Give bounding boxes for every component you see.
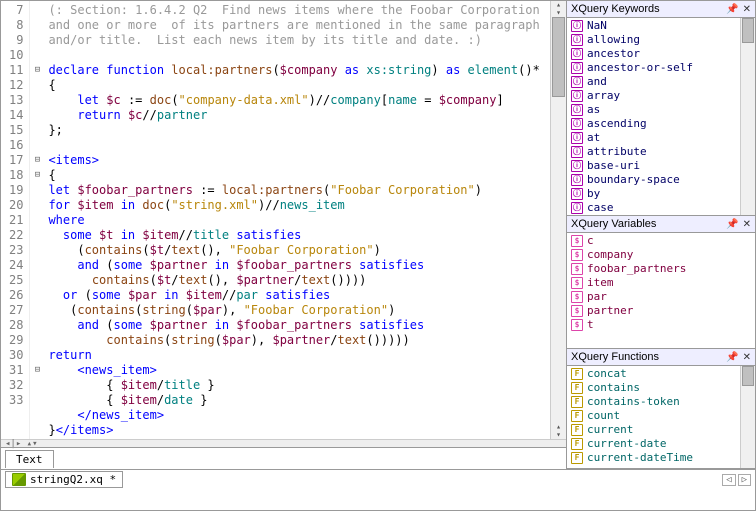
panel-variables: XQuery Variables 📌 ✕ $c$company$foobar_p…	[567, 216, 755, 349]
code-editor[interactable]: (: Section: 1.6.4.2 Q2 Find news items w…	[44, 1, 550, 439]
panel-item[interactable]: ⓘancestor-or-self	[567, 61, 755, 75]
file-icon	[12, 473, 26, 486]
panel-item[interactable]: ⓘarray	[567, 89, 755, 103]
pin-icon[interactable]: 📌	[726, 219, 738, 230]
panel-item[interactable]: ⓘby	[567, 187, 755, 201]
tab-prev-icon[interactable]: ◁	[722, 474, 735, 486]
panel-title: XQuery Keywords	[571, 3, 722, 15]
pin-icon[interactable]: 📌	[726, 352, 738, 363]
panel-item[interactable]: ⓘancestor	[567, 47, 755, 61]
close-icon[interactable]: ✕	[743, 219, 751, 230]
panel-item[interactable]: ⓘat	[567, 131, 755, 145]
panel-header-keywords[interactable]: XQuery Keywords 📌 ✕	[567, 1, 755, 18]
panel-item[interactable]: $company	[567, 248, 755, 262]
side-panels: XQuery Keywords 📌 ✕ ⓘNaNⓘallowingⓘancest…	[567, 1, 755, 469]
file-name: stringQ2.xq *	[30, 473, 116, 486]
fold-gutter[interactable]: ⊟⊟⊟⊟	[30, 1, 44, 439]
panel-item[interactable]: ⓘas	[567, 103, 755, 117]
panel-item[interactable]: $foobar_partners	[567, 262, 755, 276]
panel-scrollbar[interactable]	[740, 366, 755, 468]
splitter-handle[interactable]: ◂│▸ ▴▾	[1, 439, 566, 447]
editor-vertical-scrollbar[interactable]: ▴▾ ▴▾	[550, 1, 566, 439]
panel-item[interactable]: Fcontains-token	[567, 395, 755, 409]
panel-item[interactable]: ⓘallowing	[567, 33, 755, 47]
panel-header-functions[interactable]: XQuery Functions 📌 ✕	[567, 349, 755, 366]
panel-item[interactable]: Fconcat	[567, 367, 755, 381]
panel-item[interactable]: ⓘattribute	[567, 145, 755, 159]
tab-nav-buttons[interactable]: ◁ ▷	[722, 474, 751, 486]
panel-item[interactable]: $par	[567, 290, 755, 304]
panel-item[interactable]: Fcurrent	[567, 423, 755, 437]
panel-item[interactable]: $t	[567, 318, 755, 332]
panel-header-variables[interactable]: XQuery Variables 📌 ✕	[567, 216, 755, 233]
panel-keywords: XQuery Keywords 📌 ✕ ⓘNaNⓘallowingⓘancest…	[567, 1, 755, 216]
view-tabs: Text	[1, 447, 566, 469]
panel-functions: XQuery Functions 📌 ✕ FconcatFcontainsFco…	[567, 349, 755, 469]
tab-text[interactable]: Text	[5, 450, 54, 468]
panel-item[interactable]: $partner	[567, 304, 755, 318]
line-number-gutter: 7891011121314151617181920212223242526272…	[1, 1, 30, 439]
panel-title: XQuery Variables	[571, 218, 722, 230]
panel-item[interactable]: Fcontains	[567, 381, 755, 395]
panel-item[interactable]: ⓘand	[567, 75, 755, 89]
editor-area: 7891011121314151617181920212223242526272…	[1, 1, 567, 469]
panel-item[interactable]: $c	[567, 234, 755, 248]
panel-title: XQuery Functions	[571, 351, 722, 363]
panel-item[interactable]: ⓘboundary-space	[567, 173, 755, 187]
panel-item[interactable]: Fcurrent-dateTime	[567, 451, 755, 465]
tab-next-icon[interactable]: ▷	[738, 474, 751, 486]
panel-item[interactable]: ⓘNaN	[567, 19, 755, 33]
panel-item[interactable]: ⓘcase	[567, 201, 755, 215]
file-tab[interactable]: stringQ2.xq *	[5, 471, 123, 488]
panel-item[interactable]: ⓘbase-uri	[567, 159, 755, 173]
file-tab-bar: stringQ2.xq * ◁ ▷	[1, 469, 755, 489]
panel-item[interactable]: Fcurrent-date	[567, 437, 755, 451]
panel-item[interactable]: Fcount	[567, 409, 755, 423]
close-icon[interactable]: ✕	[743, 352, 751, 363]
panel-scrollbar[interactable]	[740, 18, 755, 215]
panel-item[interactable]: $item	[567, 276, 755, 290]
pin-icon[interactable]: 📌	[726, 4, 738, 15]
panel-item[interactable]: ⓘascending	[567, 117, 755, 131]
close-icon[interactable]: ✕	[743, 4, 751, 15]
